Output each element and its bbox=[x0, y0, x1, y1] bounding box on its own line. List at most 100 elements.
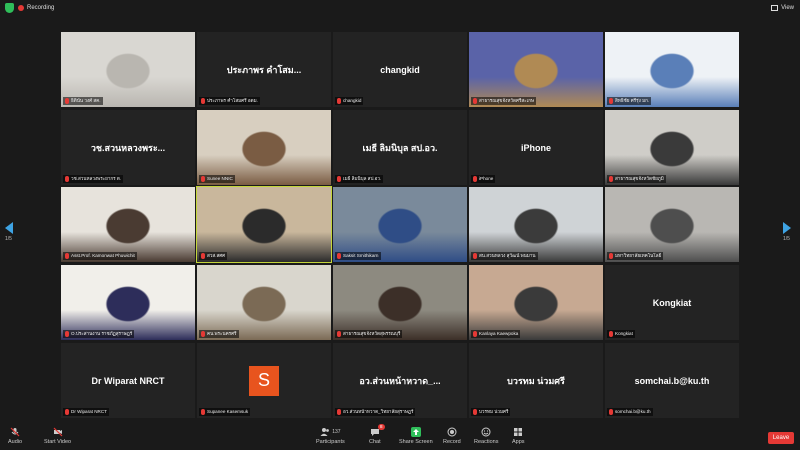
video-feed bbox=[61, 187, 195, 262]
participant-name-label: สวส.สศศ bbox=[199, 252, 228, 260]
participant-tile[interactable]: ธิตินัน วงศ์ สค. bbox=[61, 32, 195, 107]
participant-tile[interactable]: Kongkiat Kongkiat bbox=[605, 265, 739, 340]
participant-name-label: สาธารณสุขจังหวัดชัยภูมิ bbox=[607, 175, 666, 183]
share-screen-button[interactable]: Share Screen bbox=[399, 427, 433, 449]
microphone-muted-icon bbox=[337, 98, 341, 104]
share-screen-icon bbox=[410, 427, 421, 437]
next-page-button[interactable]: 1/5 bbox=[783, 222, 795, 242]
page-indicator-left: 1/5 bbox=[5, 236, 12, 242]
leave-button[interactable]: Leave bbox=[768, 432, 794, 444]
participant-tile[interactable]: สน.สวนหลวง สุวัฒน์ พนมาน bbox=[469, 187, 603, 262]
apps-label: Apps bbox=[512, 439, 525, 445]
video-feed bbox=[469, 187, 603, 262]
audio-button[interactable]: Audio bbox=[8, 427, 22, 449]
participant-display-name: iPhone bbox=[520, 142, 551, 153]
participant-name-label: ธิตินัน วงศ์ สค. bbox=[63, 97, 103, 105]
participant-tile[interactable]: เมธี ลิมนิบุล สป.อว. เมธี ลิมนิบุล สป.อว. bbox=[333, 110, 467, 185]
participant-tile[interactable]: Kanlaya Kaewpoka bbox=[469, 265, 603, 340]
participant-tile[interactable]: iPhone iPhone bbox=[469, 110, 603, 185]
microphone-muted-icon bbox=[473, 253, 477, 259]
participant-tile[interactable]: Sunee NNIC bbox=[197, 110, 331, 185]
apps-icon bbox=[513, 427, 523, 437]
meeting-toolbar: Audio Start Video 137 Participants 8 Cha… bbox=[0, 424, 800, 450]
microphone-muted-icon bbox=[337, 409, 341, 415]
participant-display-name: วช.สวนหลวงพระ... bbox=[90, 142, 166, 153]
grid-view-icon bbox=[771, 5, 779, 11]
avatar: S bbox=[249, 365, 279, 396]
participant-name-label: วช.สวนหลวงพระยากร ต. bbox=[63, 175, 124, 183]
video-feed bbox=[333, 187, 467, 262]
participant-tile[interactable]: Dr Wiparat NRCT Dr Wiparat NRCT bbox=[61, 343, 195, 418]
participant-tile[interactable]: สาธารณสุขจังหวัดศรีสะเกษ bbox=[469, 32, 603, 107]
microphone-muted-icon bbox=[609, 331, 613, 337]
apps-button[interactable]: Apps bbox=[512, 427, 525, 449]
shield-icon[interactable] bbox=[5, 3, 14, 13]
chat-button[interactable]: 8 Chat bbox=[369, 424, 385, 449]
microphone-muted-icon bbox=[201, 409, 205, 415]
participants-label: Participants bbox=[316, 439, 345, 445]
microphone-muted-icon bbox=[337, 176, 341, 182]
microphone-muted-icon bbox=[65, 331, 69, 337]
participant-tile[interactable]: ประภาพร คำโสม... ประภาพร คำโสมศรี อดม. bbox=[197, 32, 331, 107]
video-off-icon bbox=[53, 427, 63, 437]
top-bar: Recording View bbox=[0, 0, 800, 16]
reactions-label: Reactions bbox=[474, 439, 499, 445]
video-feed bbox=[469, 265, 603, 340]
participant-display-name: อว.ส่วนหน้าหวาด_... bbox=[359, 375, 441, 386]
microphone-muted-icon bbox=[473, 176, 477, 182]
participant-name-label: Kongkiat bbox=[607, 330, 635, 338]
participant-name-label: สน.สวนหลวง สุวัฒน์ พนมาน bbox=[471, 252, 538, 260]
participant-tile[interactable]: changkid changkid bbox=[333, 32, 467, 107]
participant-tile[interactable]: วช.สวนหลวงพระ... วช.สวนหลวงพระยากร ต. bbox=[61, 110, 195, 185]
video-feed bbox=[61, 265, 195, 340]
prev-page-button[interactable]: 1/5 bbox=[5, 222, 17, 242]
participant-tile[interactable]: อว.ส่วนหน้าหวาด_... อว.ส่วนหน้าหวาด_วิทยา… bbox=[333, 343, 467, 418]
participant-name-label: อว.ส่วนหน้าหวาด_วิทยาลัยสุราษฎร์ bbox=[335, 408, 416, 416]
microphone-muted-icon bbox=[337, 331, 341, 337]
participant-name-label: สิทธิชัย ศรีรุ่ง มก. bbox=[607, 97, 652, 105]
microphone-muted-icon bbox=[201, 98, 205, 104]
video-feed bbox=[333, 265, 467, 340]
participant-tile[interactable]: สวส.สศศ bbox=[196, 186, 332, 263]
participant-tile[interactable]: Asst.Prof. Kamonwat Phuwichit bbox=[61, 187, 195, 262]
record-icon bbox=[447, 427, 457, 437]
participants-icon: 137 bbox=[318, 427, 342, 437]
participant-name-label: คน.พระนครศรี bbox=[199, 330, 239, 338]
record-button[interactable]: Record bbox=[443, 427, 461, 449]
participant-tile[interactable]: สาธารณสุขจังหวัดสุพรรณบุรี bbox=[333, 265, 467, 340]
chat-badge: 8 bbox=[377, 424, 385, 430]
record-label: Record bbox=[443, 439, 461, 445]
video-feed bbox=[197, 187, 331, 262]
participant-name-label: สาธารณสุขจังหวัดศรีสะเกษ bbox=[471, 97, 536, 105]
participant-name-label: Sunee NNIC bbox=[199, 175, 235, 183]
participant-tile[interactable]: O.ประสานงาน ราชภัฏสุราษฎร์ bbox=[61, 265, 195, 340]
chat-label: Chat bbox=[369, 439, 381, 445]
participant-tile[interactable]: คน.พระนครศรี bbox=[197, 265, 331, 340]
start-video-button[interactable]: Start Video bbox=[44, 427, 71, 449]
participant-tile[interactable]: S Supanee Kasemsuk bbox=[197, 343, 331, 418]
page-indicator-right: 1/5 bbox=[783, 236, 790, 242]
participants-button[interactable]: 137 Participants bbox=[316, 427, 345, 449]
participant-tile[interactable]: somchai.b@ku.th somchai.b@ku.th bbox=[605, 343, 739, 418]
participant-display-name: changkid bbox=[380, 64, 420, 75]
share-screen-label: Share Screen bbox=[399, 439, 433, 445]
view-button[interactable]: View bbox=[771, 2, 794, 14]
recording-indicator[interactable]: Recording bbox=[18, 2, 54, 14]
microphone-muted-icon bbox=[65, 409, 69, 415]
participant-gallery: ธิตินัน วงศ์ สค. ประภาพร คำโสม... ประภาพร … bbox=[61, 32, 739, 418]
participant-name-label: O.ประสานงาน ราชภัฏสุราษฎร์ bbox=[63, 330, 135, 338]
participant-tile[interactable]: มหาวิทยาลัยเทคโนโลยี bbox=[605, 187, 739, 262]
participant-tile[interactable]: สาธารณสุขจังหวัดชัยภูมิ bbox=[605, 110, 739, 185]
video-feed bbox=[605, 110, 739, 185]
participant-tile[interactable]: Saksit Smithikarn bbox=[333, 187, 467, 262]
arrow-right-icon bbox=[783, 222, 791, 234]
participant-display-name: Dr Wiparat NRCT bbox=[91, 375, 165, 386]
video-feed bbox=[197, 265, 331, 340]
participant-tile[interactable]: สิทธิชัย ศรีรุ่ง มก. bbox=[605, 32, 739, 107]
participant-tile[interactable]: บวรทม น่วมศรี บวรทม น่วมศรี bbox=[469, 343, 603, 418]
participant-name-label: Dr Wiparat NRCT bbox=[63, 408, 109, 416]
reactions-button[interactable]: Reactions bbox=[474, 427, 498, 449]
participant-display-name: เมธี ลิมนิบุล สป.อว. bbox=[362, 142, 438, 153]
participant-name-label: changkid bbox=[335, 97, 364, 105]
video-feed bbox=[469, 32, 603, 107]
